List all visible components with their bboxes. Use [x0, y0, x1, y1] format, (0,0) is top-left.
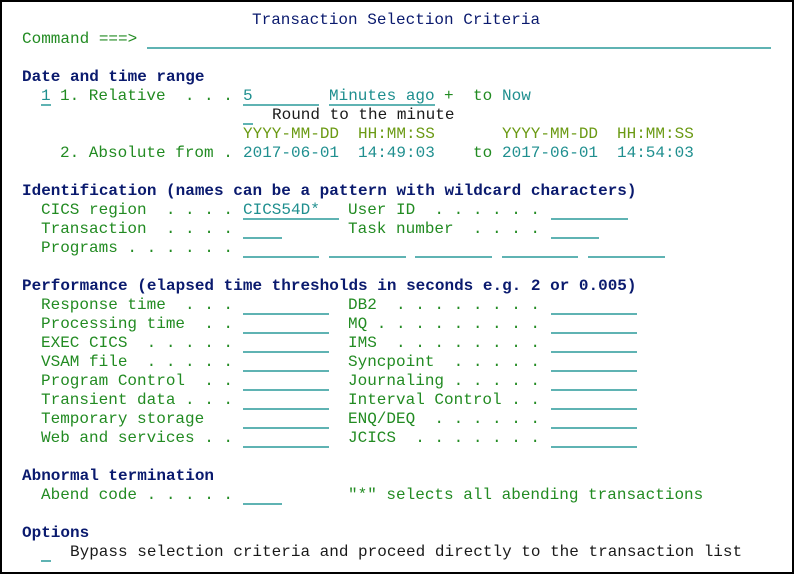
mq-label: MQ . . . . . . . . .	[348, 315, 541, 333]
syncpoint-threshold-input[interactable]	[551, 353, 637, 372]
cics-region-input[interactable]: CICS54D*	[243, 201, 339, 220]
user-id-input[interactable]	[551, 201, 628, 220]
jcics-threshold-input[interactable]	[551, 429, 637, 448]
program-input-2[interactable]	[329, 239, 406, 258]
journaling-label: Journaling . . . . .	[348, 372, 541, 390]
to-time-format-hint: HH:MM:SS	[617, 125, 694, 143]
interval-control-label: Interval Control . .	[348, 391, 541, 409]
transient-data-label: Transient data . . .	[41, 391, 234, 409]
transaction-input[interactable]	[243, 220, 282, 239]
to-date-format-hint: YYYY-MM-DD	[502, 125, 599, 143]
temporary-storage-label: Temporary storage	[41, 410, 205, 428]
options-heading: Options	[22, 524, 90, 542]
program-input-3[interactable]	[415, 239, 492, 258]
enq-deq-label: ENQ/DEQ . . . . . .	[348, 410, 541, 428]
bypass-selection-checkbox[interactable]	[41, 543, 51, 562]
date-range-option-input[interactable]: 1	[41, 87, 51, 106]
program-input-1[interactable]	[243, 239, 319, 258]
page-title: Transaction Selection Criteria	[252, 11, 541, 29]
bypass-selection-label: Bypass selection criteria and proceed di…	[70, 543, 743, 561]
command-input[interactable]	[147, 30, 771, 49]
date-time-range-heading: Date and time range	[22, 68, 205, 86]
web-and-services-label: Web and services . .	[41, 429, 234, 447]
program-input-4[interactable]	[502, 239, 578, 258]
response-time-threshold-input[interactable]	[243, 296, 329, 315]
mq-threshold-input[interactable]	[551, 315, 637, 334]
round-to-minute-label: Round to the minute	[272, 106, 455, 124]
performance-heading: Performance (elapsed time thresholds in …	[22, 277, 637, 295]
transaction-selection-screen: Transaction Selection Criteria Command =…	[0, 0, 794, 574]
programs-label: Programs . . . . . .	[41, 239, 234, 257]
ims-label: IMS . . . . . . . .	[348, 334, 541, 352]
absolute-to-label: to	[473, 144, 493, 162]
syncpoint-label: Syncpoint . . . . .	[348, 353, 541, 371]
db2-threshold-input[interactable]	[551, 296, 637, 315]
journaling-threshold-input[interactable]	[551, 372, 637, 391]
from-time-format-hint: HH:MM:SS	[358, 125, 435, 143]
enq-deq-threshold-input[interactable]	[551, 410, 637, 429]
task-number-label: Task number . . . .	[348, 220, 541, 238]
abnormal-termination-heading: Abnormal termination	[22, 467, 215, 485]
from-date-format-hint: YYYY-MM-DD	[243, 125, 340, 143]
identification-heading: Identification (names can be a pattern w…	[22, 182, 637, 200]
interval-control-threshold-input[interactable]	[551, 391, 637, 410]
relative-to-label: to	[473, 87, 493, 105]
user-id-label: User ID . . . . . .	[348, 201, 541, 219]
vsam-file-label: VSAM file . . . . .	[41, 353, 234, 371]
task-number-input[interactable]	[551, 220, 599, 239]
processing-time-label: Processing time . .	[41, 315, 234, 333]
abend-code-note: "*" selects all abending transactions	[348, 486, 704, 504]
exec-cics-label: EXEC CICS . . . . .	[41, 334, 234, 352]
vsam-file-threshold-input[interactable]	[243, 353, 329, 372]
absolute-from-date-input[interactable]: 2017-06-01	[243, 144, 339, 163]
web-and-services-threshold-input[interactable]	[243, 429, 329, 448]
absolute-option-label: 2. Absolute from .	[60, 144, 233, 162]
absolute-from-time-input[interactable]: 14:49:03	[358, 144, 435, 163]
transient-data-threshold-input[interactable]	[243, 391, 329, 410]
absolute-to-time-input[interactable]: 14:54:03	[617, 144, 694, 163]
round-to-minute-checkbox[interactable]	[243, 106, 253, 125]
db2-label: DB2 . . . . . . . .	[348, 296, 541, 314]
relative-to-now: Now	[502, 87, 531, 105]
transaction-label: Transaction . . . .	[41, 220, 234, 238]
relative-option-label: 1. Relative . . .	[60, 87, 233, 105]
response-time-label: Response time . . .	[41, 296, 234, 314]
jcics-label: JCICS . . . . . . .	[348, 429, 541, 447]
ims-threshold-input[interactable]	[551, 334, 637, 353]
exec-cics-threshold-input[interactable]	[243, 334, 329, 353]
abend-code-label: Abend code . . . . .	[41, 486, 234, 504]
program-control-label: Program Control . .	[41, 372, 234, 390]
program-input-5[interactable]	[588, 239, 665, 258]
cics-region-label: CICS region . . . .	[41, 201, 234, 219]
program-control-threshold-input[interactable]	[243, 372, 329, 391]
command-label: Command ===>	[22, 30, 138, 48]
relative-unit-input[interactable]: Minutes ago	[329, 87, 435, 106]
relative-amount-input[interactable]: 5	[243, 87, 319, 106]
abend-code-input[interactable]	[243, 486, 282, 505]
processing-time-threshold-input[interactable]	[243, 315, 329, 334]
absolute-to-date-input[interactable]: 2017-06-01	[502, 144, 598, 163]
temporary-storage-threshold-input[interactable]	[243, 410, 329, 429]
plus-sign: +	[444, 87, 454, 105]
